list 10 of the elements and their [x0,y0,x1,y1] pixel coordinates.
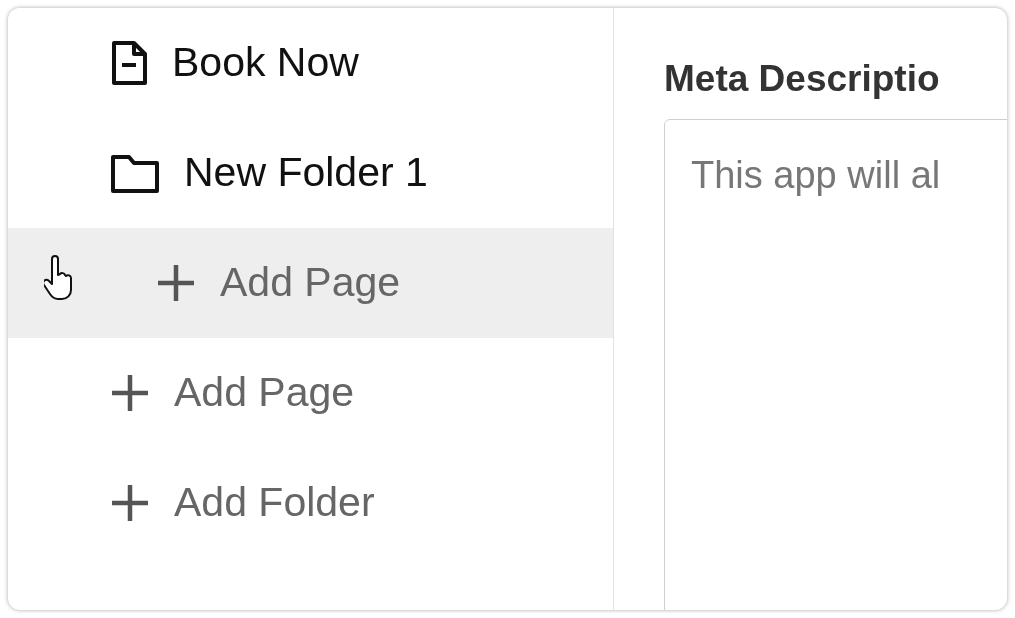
add-item[interactable]: Add Page [8,228,613,338]
plus-icon [110,373,150,413]
meta-description-field[interactable]: This app will al [664,119,1007,610]
plus-icon [110,483,150,523]
field-label: Meta Descriptio [664,60,941,97]
folder-icon [110,152,160,194]
hand-cursor-icon [44,255,74,301]
page-item[interactable]: Book Now [8,8,613,118]
document-icon [110,40,148,86]
plus-icon [156,263,196,303]
